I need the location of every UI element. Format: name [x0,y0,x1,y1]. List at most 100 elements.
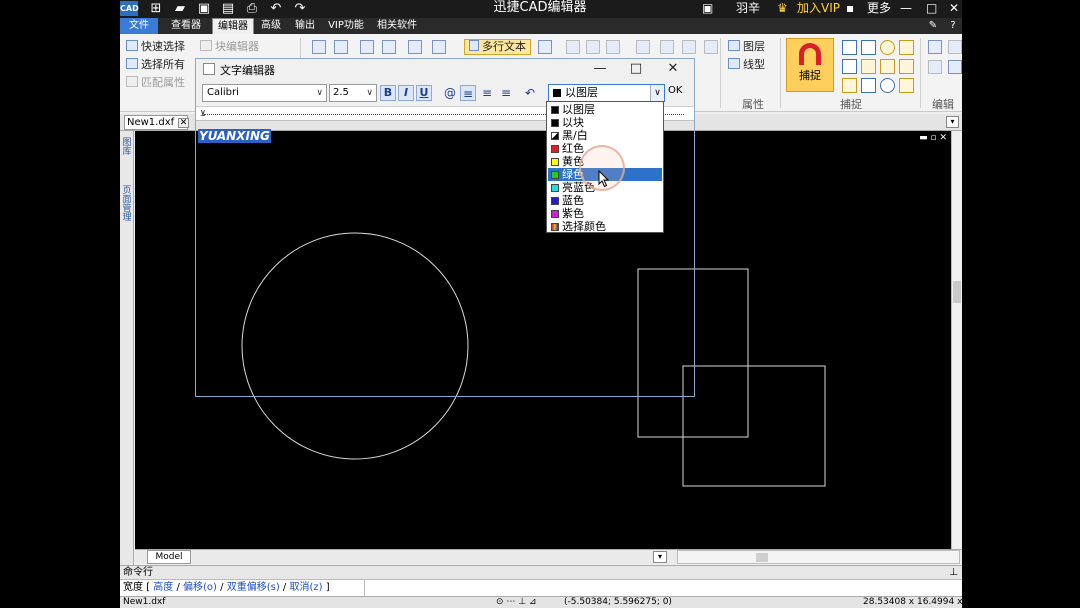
explode-icon[interactable] [704,40,718,54]
scrollbar-thumb[interactable] [756,553,768,562]
tab-related-software[interactable]: 相关软件 [372,18,422,34]
color-option[interactable]: 蓝色 [548,194,662,207]
italic-button[interactable]: I [398,85,414,101]
tab-viewer[interactable]: 查看器 [164,18,208,34]
snap-triangle-icon[interactable] [842,78,857,93]
snap-circle-icon[interactable] [880,40,895,55]
tab-output[interactable]: 输出 [290,18,320,34]
status-snap-icons[interactable]: ⊙ ⋯ ⊥ ⊿ [496,597,537,608]
user-avatar-icon[interactable]: ▣ [702,0,713,18]
chevron-down-icon[interactable]: ∨ [650,85,664,101]
cmd-option-double-offset[interactable]: 双重偏移(s) [227,582,280,593]
underline-button[interactable]: U [416,85,432,101]
snap-endpoint-icon[interactable] [842,40,857,55]
layer-button[interactable]: 图层 [728,40,765,54]
match-props-button[interactable]: 匹配属性 [126,76,185,90]
sidepanel-tab-library[interactable]: 图库 [121,139,133,157]
paste-icon[interactable] [928,40,942,54]
align-right-icon[interactable]: ≡ [498,85,514,101]
cut-icon[interactable] [928,60,942,74]
align-center-icon[interactable]: ≡ [479,85,495,101]
viewport-controls[interactable]: ▬ ▫ ✕ [919,133,947,143]
maximize-icon[interactable]: □ [926,0,937,18]
move-icon[interactable] [566,40,580,54]
close-icon[interactable]: ✕ [661,60,685,78]
print-icon[interactable]: ⎙ [242,0,262,18]
command-input[interactable] [364,580,962,596]
snap-button[interactable]: 捕捉 [786,38,834,92]
snap-parallel-icon[interactable] [899,78,914,93]
tab-editor[interactable]: 编辑器 [212,18,254,34]
line-tool-icon[interactable] [312,40,326,54]
maximize-icon[interactable]: □ [624,60,648,78]
pin-icon[interactable]: ⊥ [949,566,958,579]
document-tab[interactable]: New1.dxf ✕ [124,115,189,130]
block-editor-button[interactable]: 块编辑器 [200,40,259,54]
symbol-icon[interactable]: @ [442,85,458,101]
array-icon[interactable] [660,40,674,54]
color-option[interactable]: 以块 [548,116,662,129]
help-icon[interactable]: ? [946,18,960,34]
copy-clip-icon[interactable] [948,60,962,74]
tab-advanced[interactable]: 高级 [256,18,286,34]
vip-button[interactable]: 加入VIP [797,0,840,18]
horizontal-scrollbar[interactable] [677,550,960,564]
new-file-icon[interactable]: ⊞ [146,0,166,18]
color-option[interactable]: 选择颜色 [548,220,662,233]
snap-intersection-icon[interactable] [842,59,857,74]
ok-button[interactable]: OK [668,85,682,96]
font-size-select[interactable]: 2.5 ∨ [329,84,377,102]
linetype-button[interactable]: 线型 [728,58,765,72]
save-icon[interactable]: ▣ [194,0,214,18]
more-button[interactable]: 更多 [867,0,891,18]
quick-select-button[interactable]: 快速选择 [126,40,185,54]
redo-icon[interactable]: ↷ [290,0,310,18]
minimize-icon[interactable]: — [588,60,612,78]
scrollbar-thumb[interactable] [953,281,961,303]
chevron-down-icon[interactable]: ▾ [946,116,959,128]
cmd-option-height[interactable]: 高度 [153,582,173,593]
undo-icon[interactable]: ↶ [266,0,286,18]
attribute-icon[interactable] [538,40,552,54]
tab-vip[interactable]: VIP功能 [324,18,368,34]
select-all-button[interactable]: 选择所有 [126,58,185,72]
color-option[interactable]: 紫色 [548,207,662,220]
snap-center-icon[interactable] [861,59,876,74]
selected-text[interactable]: YUANXING [198,129,271,143]
sidepanel-tab-pages[interactable]: 页面管理 [121,187,133,223]
copy-icon[interactable] [636,40,650,54]
font-select[interactable]: Calibri ∨ [202,84,327,102]
color-option[interactable]: 黑/白 [548,129,662,142]
color-option[interactable]: 以图层 [548,103,662,116]
snap-perpendicular-icon[interactable] [861,40,876,55]
polyline-tool-icon[interactable] [334,40,348,54]
rectangle-entity-2[interactable] [682,365,826,487]
minimize-icon[interactable]: — [900,0,912,18]
snap-tangent-icon[interactable] [899,40,914,55]
arc-tool-icon[interactable] [382,40,396,54]
scale-icon[interactable] [682,40,696,54]
vertical-scrollbar[interactable] [951,131,962,549]
user-name[interactable]: 羽辛 [736,0,760,18]
close-icon[interactable]: ✕ [949,0,959,18]
tab-file[interactable]: 文件 [120,18,158,34]
delete-icon[interactable] [948,40,962,54]
cmd-option-offset[interactable]: 偏移(o) [183,582,217,593]
snap-midpoint-icon[interactable] [880,59,895,74]
bold-button[interactable]: B [380,85,396,101]
rectangle-tool-icon[interactable] [360,40,374,54]
save-as-icon[interactable]: ▤ [218,0,238,18]
rotate-icon[interactable] [586,40,600,54]
align-left-icon[interactable]: ≡ [460,85,476,101]
snap-diamond-icon[interactable] [861,78,876,93]
close-icon[interactable]: ✕ [178,118,189,128]
more-icon[interactable]: ▪ [846,0,854,18]
color-select[interactable]: 以图层 ∨ [548,84,665,102]
snap-nearest-icon[interactable] [899,59,914,74]
chevron-down-icon[interactable]: ▾ [653,551,667,563]
multiline-text-button[interactable]: 多行文本 [464,39,531,55]
open-folder-icon[interactable]: ▰ [170,0,190,18]
model-tab[interactable]: Model [147,550,191,564]
insert-block-icon[interactable] [408,40,422,54]
snap-quadrant-icon[interactable] [880,78,895,93]
